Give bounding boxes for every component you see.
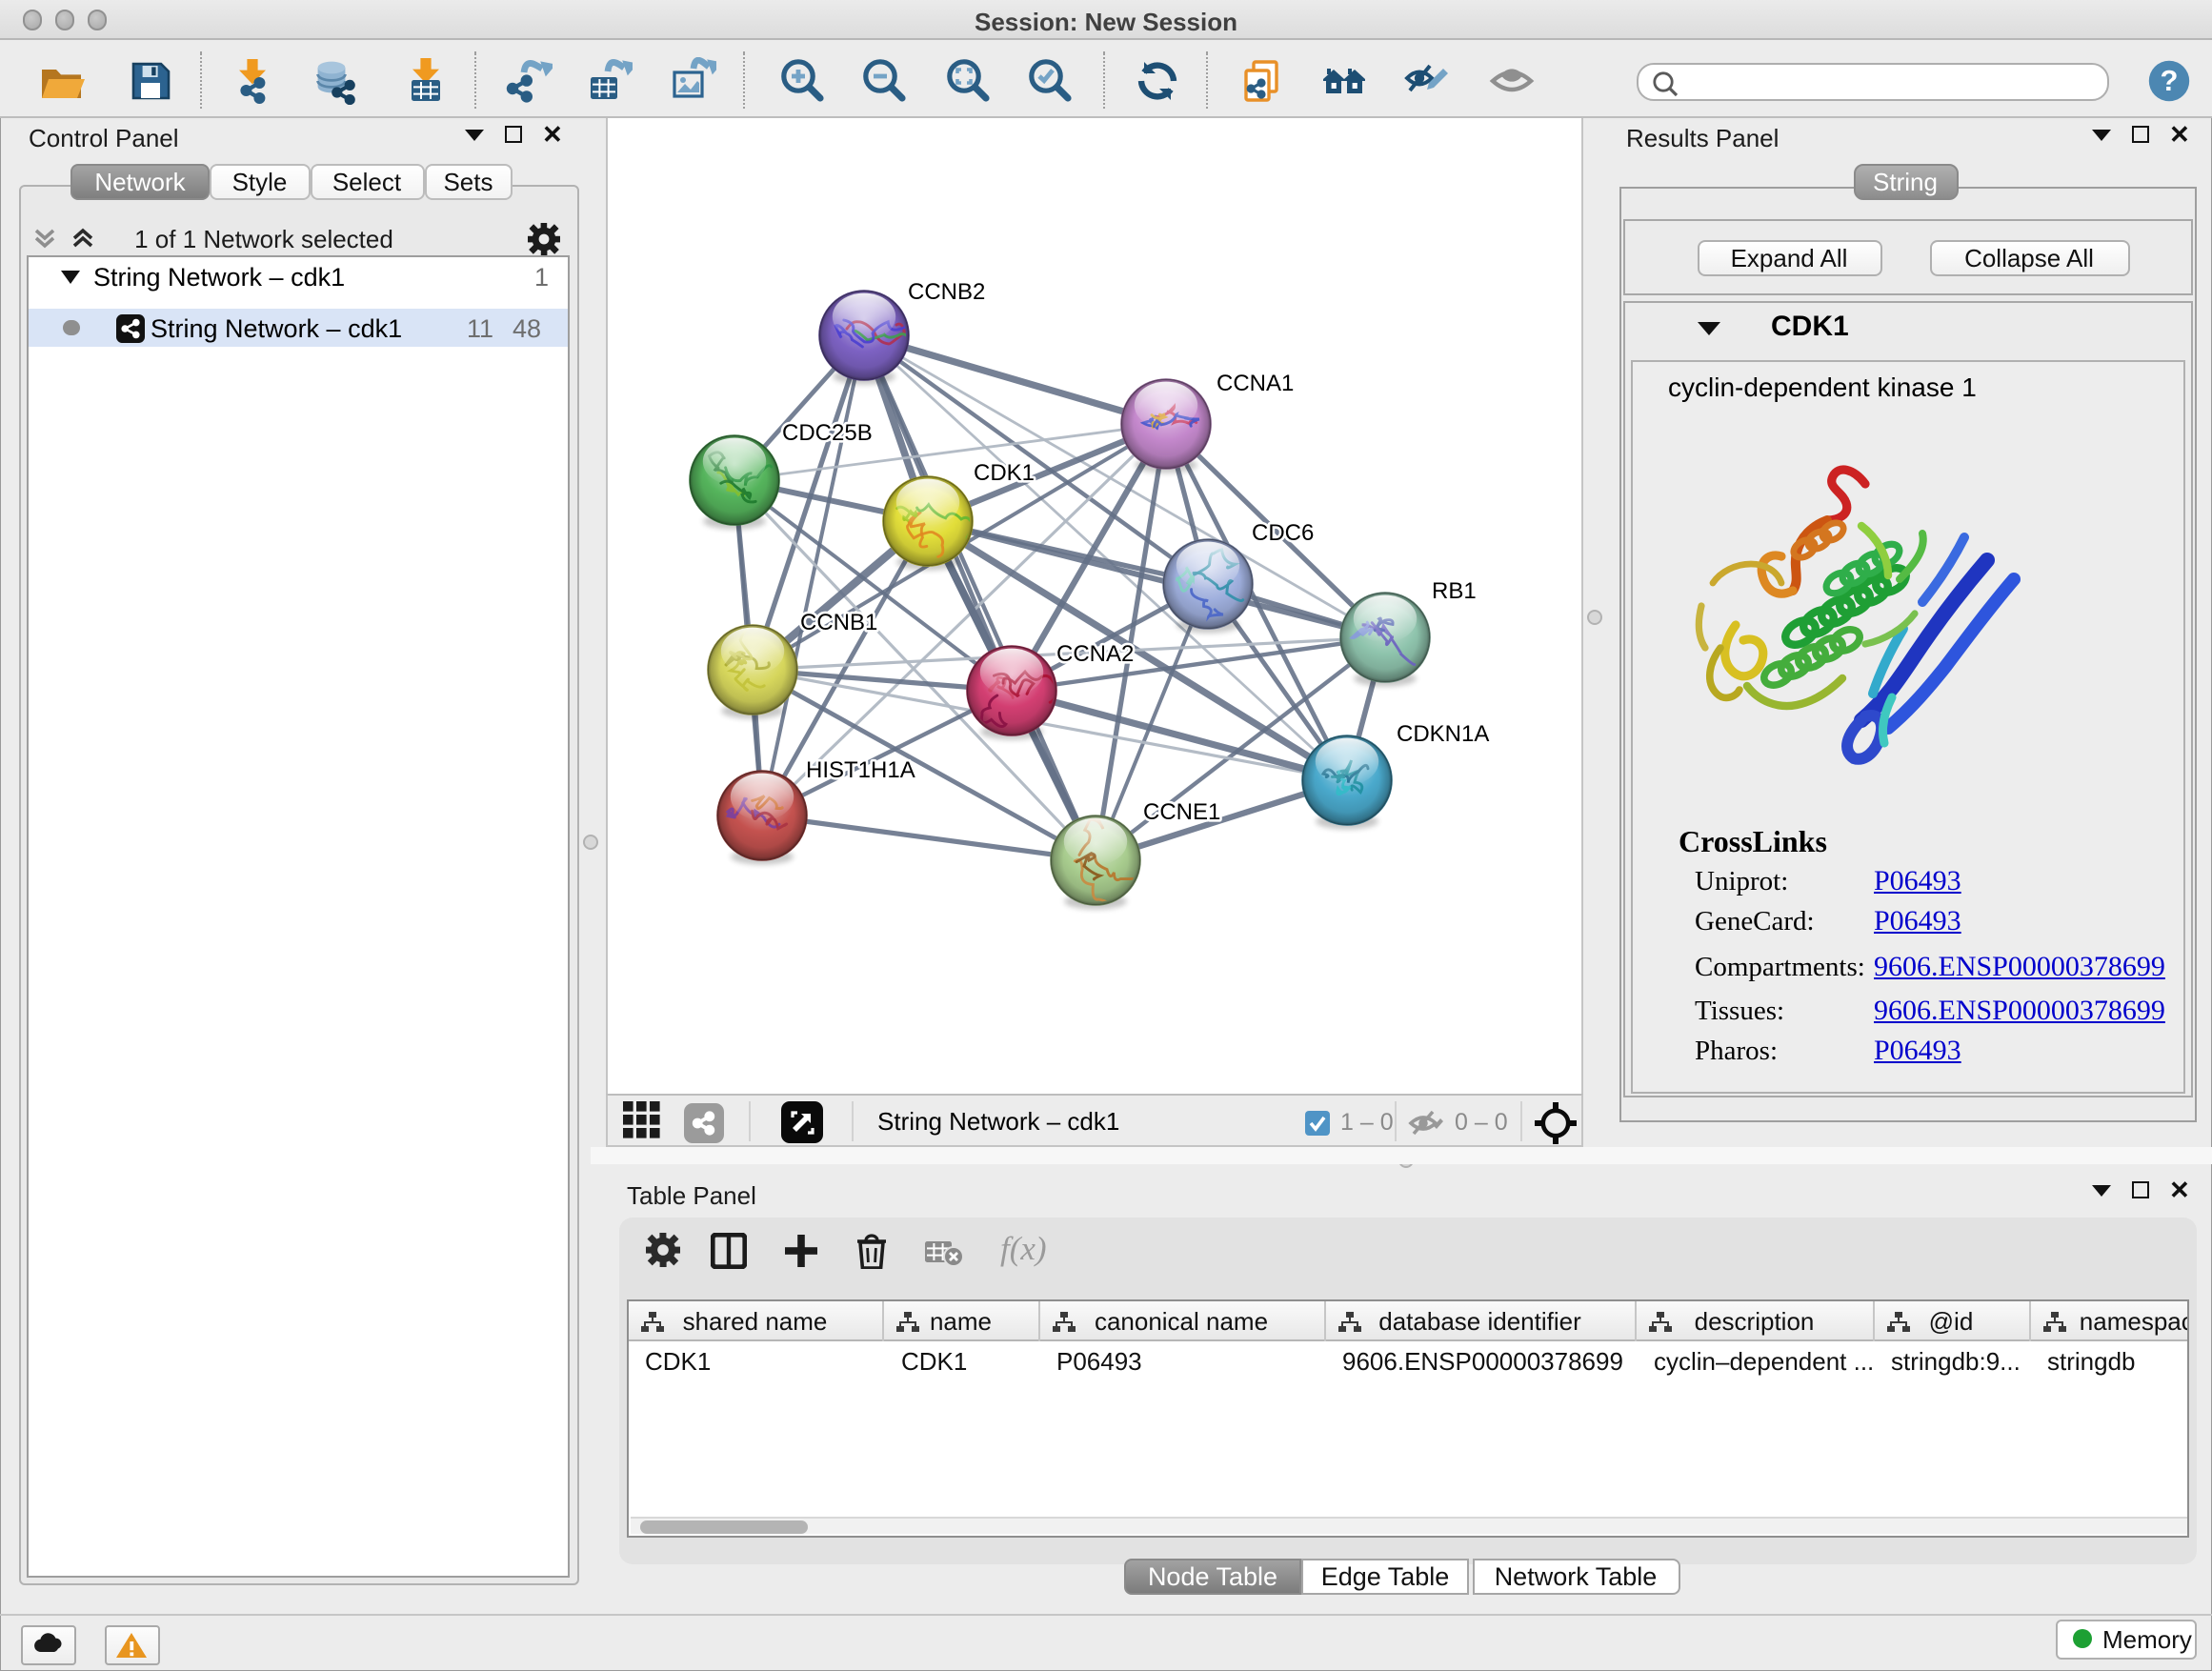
svg-text:CCNA2: CCNA2	[1056, 641, 1133, 667]
svg-text:CCNE1: CCNE1	[1142, 799, 1219, 825]
svg-text:CCNB1: CCNB1	[799, 610, 876, 635]
svg-text:CDK1: CDK1	[973, 460, 1034, 486]
svg-text:CDC6: CDC6	[1251, 520, 1313, 546]
svg-text:CDKN1A: CDKN1A	[1396, 721, 1488, 747]
svg-text:CDC25B: CDC25B	[781, 420, 872, 446]
svg-text:?: ?	[2161, 64, 2179, 97]
svg-text:CCNB2: CCNB2	[907, 279, 984, 305]
svg-text:HIST1H1A: HIST1H1A	[805, 757, 915, 783]
svg-text:CCNA1: CCNA1	[1216, 371, 1293, 396]
svg-text:RB1: RB1	[1431, 578, 1476, 604]
